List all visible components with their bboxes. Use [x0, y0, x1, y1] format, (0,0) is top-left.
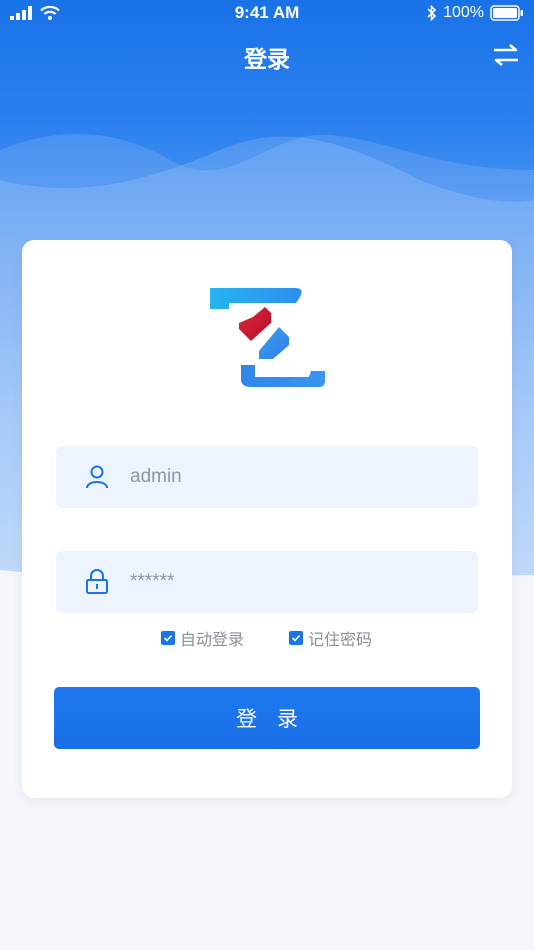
remember-password-label: 记住密码 — [308, 632, 373, 649]
status-right: 100% — [427, 4, 524, 22]
checkmark-icon — [161, 631, 175, 645]
status-bar: 9:41 AM 100% — [0, 0, 534, 28]
login-card: 自动登录 记住密码 登录 — [22, 240, 512, 798]
user-icon — [86, 465, 108, 489]
bluetooth-icon — [427, 5, 437, 21]
battery-percent: 100% — [443, 4, 484, 21]
password-input[interactable] — [130, 551, 460, 613]
username-input[interactable] — [130, 446, 460, 508]
swap-arrows-icon[interactable] — [492, 42, 520, 68]
remember-password-checkbox[interactable]: 记住密码 — [289, 626, 372, 650]
password-field[interactable] — [56, 551, 478, 613]
app-logo — [210, 288, 325, 387]
login-options: 自动登录 记住密码 — [22, 626, 512, 650]
page-title: 登录 — [244, 46, 290, 72]
auto-login-checkbox[interactable]: 自动登录 — [161, 626, 244, 650]
lock-icon — [86, 569, 108, 594]
username-field[interactable] — [56, 446, 478, 508]
battery-icon — [490, 5, 523, 21]
auto-login-label: 自动登录 — [180, 632, 245, 649]
login-button[interactable]: 登录 — [54, 687, 480, 749]
checkmark-icon — [289, 631, 303, 645]
